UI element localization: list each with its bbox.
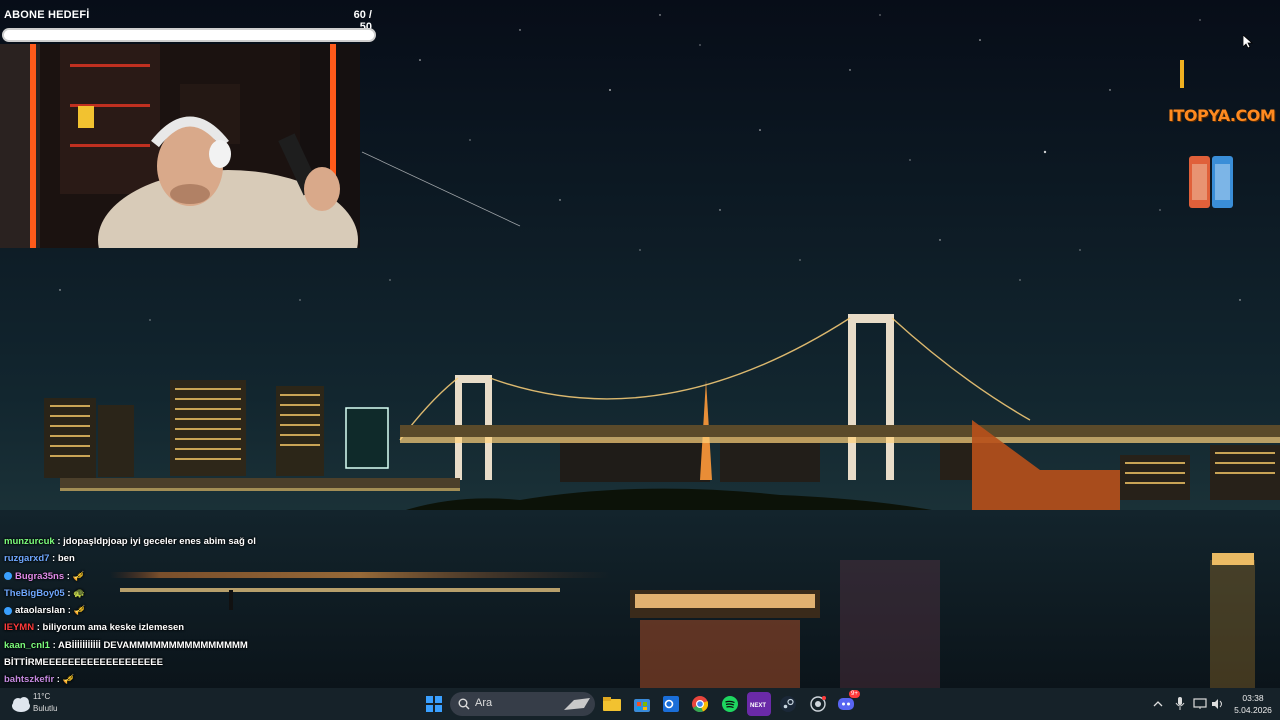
sub-goal-progress-bar [2,28,376,42]
chat-username: IEYMN [4,622,35,634]
search-placeholder: Ara [475,697,493,709]
chat-text: 🎺 [62,674,75,686]
file-explorer-icon[interactable] [600,692,624,716]
chat-overlay: munzurcuk : jdopaşldpjoap iyi geceler en… [4,533,424,689]
sub-goal-title: ABONE HEDEFİ [4,9,90,21]
chat-message: TheBigBoy05 : 🐢 [4,587,86,599]
sub-goal-progress-fill [4,30,374,40]
volume-icon[interactable] [1206,692,1230,716]
chat-username: kaan_cnl1 [4,639,50,651]
steam-icon[interactable] [776,692,800,716]
start-button[interactable] [422,692,446,716]
chat-message: BİTTİRMEEEEEEEEEEEEEEEEEEE [4,654,424,671]
chevron-up-icon[interactable] [1146,692,1170,716]
kick-next-icon[interactable]: NEXT [747,692,771,716]
clock-date: 5.04.2026 [1234,705,1272,715]
chat-text: ben [57,553,75,565]
sponsor-cans-image [1188,154,1236,210]
chrome-icon[interactable] [688,692,712,716]
webcam-feed [0,44,360,248]
search-icon [458,698,470,710]
chat-badge-icon [4,606,12,615]
weather-temperature: 11°C [33,692,51,701]
chat-username: ruzgarxd7 [4,553,50,565]
chat-message: ataolarslan : 🎺 [4,602,424,619]
clock[interactable]: 03:38 5.04.2026 [1232,692,1274,716]
spotify-icon[interactable] [718,692,742,716]
windows-icon [426,696,442,712]
discord-icon[interactable]: 9+ [835,690,860,716]
discord-notification-badge: 9+ [849,690,860,698]
chat-text: BİTTİRMEEEEEEEEEEEEEEEEEEE [4,657,163,669]
weather-condition: Bulutlu [33,704,58,713]
outlook-icon[interactable] [659,692,683,716]
search-highlight-icon [564,698,590,710]
sponsor-logo: ITOPYA.COM [1168,106,1276,125]
chat-message: kaan_cnl1 : ABİİİİİİİİİİİ DEVAMMMMMMMMMM… [4,639,248,651]
chat-username: bahtszkefir [4,674,55,686]
microsoft-store-icon[interactable] [630,692,654,716]
chat-text: biliyorum ama keske izlemesen [42,622,185,634]
chat-username: ataolarslan [15,605,66,617]
taskbar-search[interactable]: Ara [450,692,595,716]
sponsor-small-icon [1178,60,1186,88]
chat-text: ABİİİİİİİİİİİ DEVAMMMMMMMMMMMMMMM [58,639,248,651]
chat-message: Bugra35ns : 🎺 [4,568,424,585]
chat-message: ruzgarxd7 : ben [4,553,75,565]
chat-text: 🎺 [72,570,85,582]
chat-message: munzurcuk : jdopaşldpjoap iyi geceler en… [4,536,256,547]
chat-text: 🎺 [73,605,86,617]
clock-time: 03:38 [1242,693,1264,703]
chat-message: bahtszkefir : 🎺 [4,674,75,686]
weather-cloud-icon[interactable] [10,694,32,714]
app-icon[interactable] [806,692,830,716]
chat-username: TheBigBoy05 [4,587,65,599]
chat-badge-icon [4,572,12,581]
chat-text: 🐢 [73,587,86,599]
mouse-cursor [1242,34,1254,54]
chat-message: IEYMN : biliyorum ama keske izlemesen [4,622,185,634]
chat-username: munzurcuk [4,536,55,547]
chat-username: Bugra35ns [15,570,65,582]
svg-text:NEXT: NEXT [750,703,766,709]
taskbar: 11°C Bulutlu Ara NEXT 9+ 03:38 5.04.2026 [0,688,1280,720]
chat-text: jdopaşldpjoap iyi geceler enes abim sağ … [63,536,256,547]
